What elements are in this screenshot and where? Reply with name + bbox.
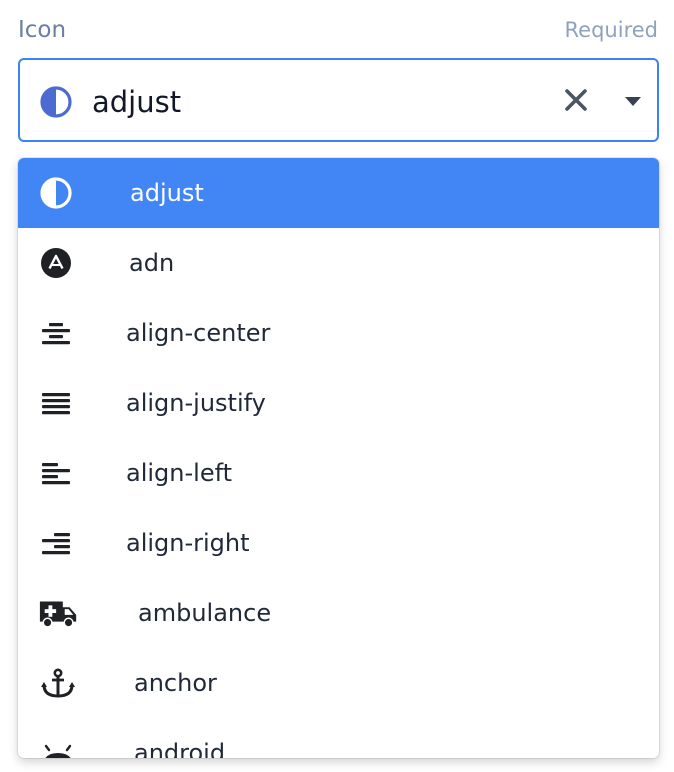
ambulance-icon (39, 601, 77, 628)
align-left-icon (42, 463, 70, 485)
field-label: Icon (18, 17, 67, 43)
option-adjust[interactable]: adjust (18, 158, 659, 228)
close-icon[interactable] (562, 86, 590, 114)
option-label: align-right (126, 529, 250, 557)
options-dropdown[interactable]: adjust adn align-center align-justify al… (18, 158, 659, 758)
option-anchor[interactable]: anchor (18, 648, 659, 718)
adjust-icon (40, 177, 72, 209)
android-icon (44, 744, 72, 758)
align-justify-icon (42, 393, 70, 415)
option-ambulance[interactable]: ambulance (18, 578, 659, 648)
align-center-icon (42, 323, 70, 345)
option-label: anchor (134, 669, 217, 697)
align-right-icon (42, 533, 70, 555)
selected-value: adjust (92, 85, 182, 119)
option-align-right[interactable]: align-right (18, 508, 659, 578)
field-header: Icon Required (18, 14, 658, 46)
option-label: align-center (126, 319, 271, 347)
option-align-justify[interactable]: align-justify (18, 368, 659, 438)
caret-down-icon[interactable] (622, 92, 644, 110)
option-label: android (134, 739, 226, 758)
option-label: align-justify (126, 389, 266, 417)
required-label: Required (564, 18, 658, 42)
icon-select[interactable]: adjust (18, 58, 659, 142)
adjust-icon (40, 86, 72, 118)
option-align-left[interactable]: align-left (18, 438, 659, 508)
option-android[interactable]: android (18, 718, 659, 758)
option-align-center[interactable]: align-center (18, 298, 659, 368)
option-label: align-left (126, 459, 233, 487)
option-label: ambulance (138, 599, 272, 627)
anchor-icon (41, 668, 75, 698)
adn-icon (41, 248, 71, 278)
option-label: adjust (130, 179, 204, 207)
option-label: adn (129, 249, 175, 277)
option-adn[interactable]: adn (18, 228, 659, 298)
